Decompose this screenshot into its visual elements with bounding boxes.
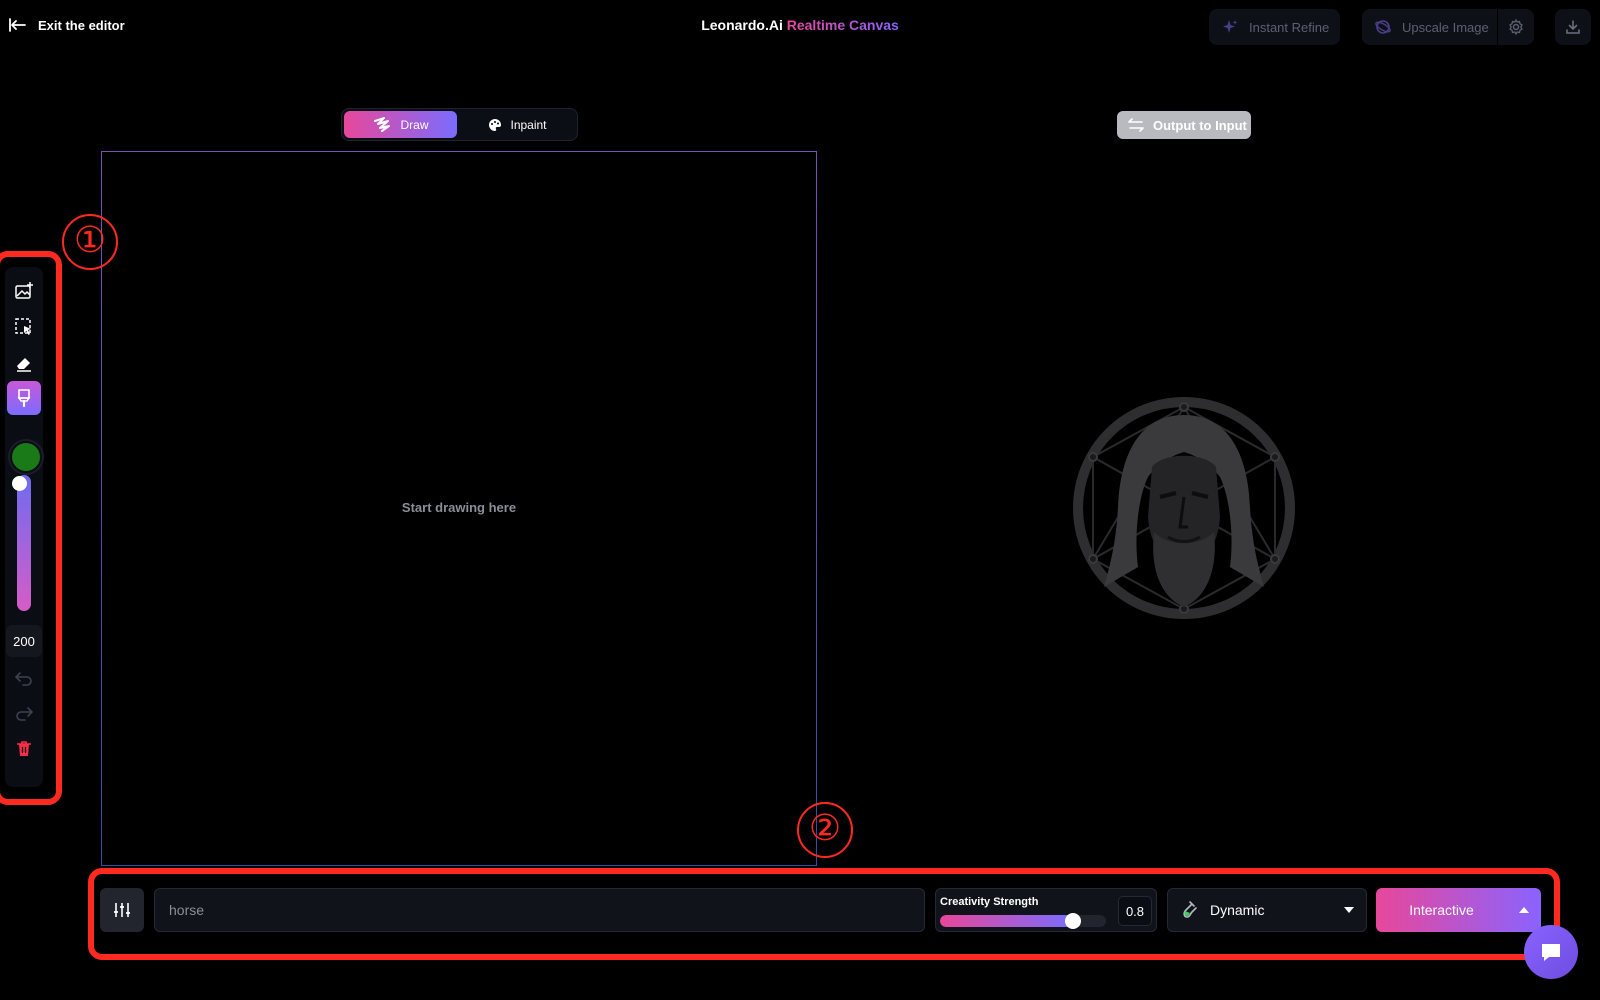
tab-draw[interactable]: Draw <box>344 111 457 138</box>
top-bar: Exit the editor Leonardo.Ai Realtime Can… <box>0 0 1600 56</box>
sliders-icon <box>114 903 130 917</box>
chevron-down-icon <box>1344 907 1354 913</box>
undo-icon <box>14 672 32 686</box>
tab-inpaint[interactable]: Inpaint <box>460 111 575 138</box>
drawing-canvas[interactable]: Start drawing here <box>101 151 817 866</box>
brush-size-slider[interactable] <box>17 475 31 611</box>
creativity-strength-value[interactable]: 0.8 <box>1118 896 1152 926</box>
instant-refine-label: Instant Refine <box>1249 19 1330 35</box>
flask-icon <box>1183 901 1197 918</box>
creativity-strength-control: Creativity Strength 0.8 <box>935 888 1157 932</box>
left-toolbar: 200 <box>5 267 43 787</box>
annotation-marker-1: ① <box>62 214 118 270</box>
canvas-hint: Start drawing here <box>401 500 517 515</box>
creativity-strength-fill <box>940 915 1073 927</box>
swap-arrows-icon <box>1128 118 1144 132</box>
creativity-strength-slider[interactable] <box>940 915 1106 927</box>
creativity-strength-label: Creativity Strength <box>940 896 1039 908</box>
download-icon <box>1566 20 1580 34</box>
trash-icon <box>17 741 31 756</box>
render-mode-dropdown[interactable]: Interactive <box>1376 888 1541 932</box>
brush-tool[interactable] <box>7 381 41 415</box>
chat-support-button[interactable] <box>1524 925 1578 979</box>
prompt-input[interactable] <box>154 888 925 932</box>
style-dropdown-value: Dynamic <box>1210 902 1265 918</box>
select-icon <box>15 318 31 335</box>
page-title: Leonardo.Ai Realtime Canvas <box>0 17 1600 33</box>
select-tool[interactable] <box>7 310 41 344</box>
mode-toggle: Draw Inpaint <box>341 108 578 141</box>
instant-refine-button[interactable]: Instant Refine <box>1209 9 1340 45</box>
palette-icon <box>489 118 502 131</box>
eraser-tool[interactable] <box>7 346 41 380</box>
upscale-image-label: Upscale Image <box>1402 19 1489 35</box>
redo-button[interactable] <box>7 696 41 730</box>
clear-canvas-button[interactable] <box>7 732 41 766</box>
brush-size-knob[interactable] <box>12 476 27 491</box>
sparkle-icon <box>1223 20 1238 33</box>
gear-icon[interactable] <box>1507 18 1525 36</box>
chat-icon <box>1542 944 1560 961</box>
generation-settings-button[interactable] <box>100 888 144 932</box>
image-upload-button[interactable] <box>7 274 41 308</box>
brush-color-swatch[interactable] <box>10 441 42 473</box>
download-button[interactable] <box>1555 9 1591 45</box>
brush-icon <box>17 389 31 408</box>
title-sub: Realtime Canvas <box>786 17 899 33</box>
redo-icon <box>16 707 34 721</box>
render-mode-value: Interactive <box>1409 902 1474 918</box>
image-upload-icon <box>15 282 33 299</box>
bottom-bar: Creativity Strength 0.8 Dynamic Interact… <box>100 888 1541 934</box>
divider <box>1497 9 1498 45</box>
exit-editor-button[interactable]: Exit the editor <box>8 15 125 35</box>
brush-size-value[interactable]: 200 <box>6 625 42 657</box>
exit-editor-label: Exit the editor <box>38 17 125 33</box>
tab-draw-label: Draw <box>400 117 429 132</box>
style-dropdown[interactable]: Dynamic <box>1167 888 1367 932</box>
exit-arrow-icon <box>9 18 26 32</box>
title-brand: Leonardo.Ai <box>701 17 783 33</box>
output-image <box>1073 397 1295 619</box>
draw-icon <box>374 116 391 132</box>
upscale-icon <box>1375 20 1391 34</box>
creativity-strength-knob[interactable] <box>1064 913 1081 929</box>
annotation-marker-2: ② <box>797 802 853 858</box>
output-to-input-label: Output to Input <box>1153 117 1247 133</box>
tab-inpaint-label: Inpaint <box>510 117 547 132</box>
undo-button[interactable] <box>7 661 41 695</box>
eraser-icon <box>17 358 31 372</box>
chevron-up-icon <box>1519 907 1529 913</box>
output-to-input-button[interactable]: Output to Input <box>1117 111 1251 139</box>
upscale-image-button[interactable]: Upscale Image <box>1362 9 1534 45</box>
